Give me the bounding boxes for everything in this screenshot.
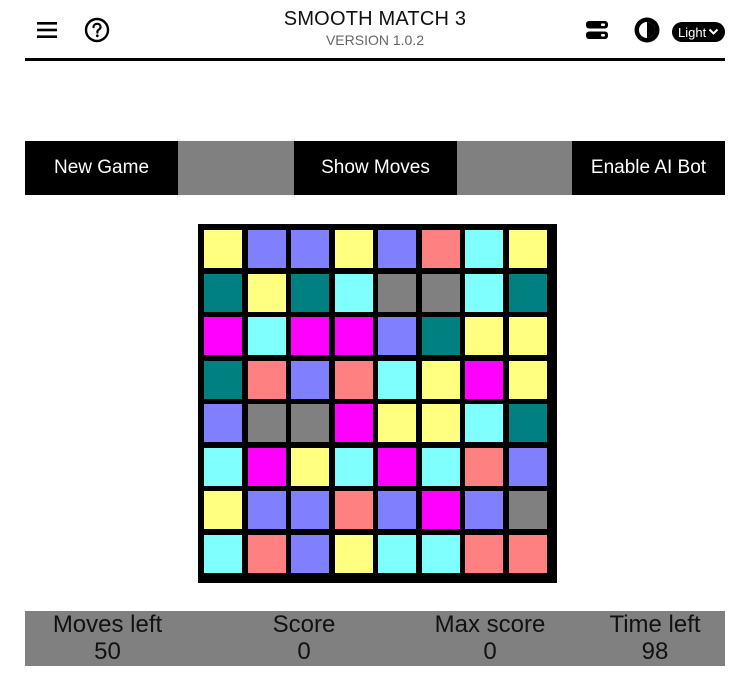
- board-tile[interactable]: [465, 447, 503, 486]
- app-title: SMOOTH MATCH 3: [283, 8, 467, 30]
- board-tile[interactable]: [421, 230, 460, 268]
- board-tile[interactable]: [508, 491, 547, 529]
- game-board: [198, 224, 557, 583]
- board-tile[interactable]: [508, 273, 547, 312]
- moves-left-stat: Moves left 50: [45, 611, 170, 665]
- board-tile[interactable]: [465, 534, 503, 573]
- board-tile[interactable]: [378, 230, 416, 268]
- board-tile[interactable]: [247, 360, 286, 399]
- moves-left-value: 50: [94, 638, 121, 665]
- board-tile[interactable]: [334, 447, 373, 486]
- board-tile[interactable]: [247, 273, 286, 312]
- theme-select-value: Light: [678, 24, 707, 40]
- board-tile[interactable]: [334, 273, 373, 312]
- score-stat: Score 0: [239, 611, 369, 665]
- toolbar: New Game Show Moves Enable AI Bot: [25, 141, 725, 195]
- board-tile[interactable]: [465, 317, 503, 355]
- board-tile[interactable]: [421, 404, 460, 442]
- board-tile[interactable]: [465, 404, 503, 442]
- board-tile[interactable]: [291, 230, 329, 268]
- board-tile[interactable]: [291, 447, 329, 486]
- board-tile[interactable]: [508, 360, 547, 399]
- board-tile[interactable]: [334, 404, 373, 442]
- board-tile[interactable]: [291, 360, 329, 399]
- time-left-label: Time left: [609, 611, 701, 638]
- top-bar: SMOOTH MATCH 3 VERSION 1.0.2 Light: [25, 0, 726, 61]
- board-tile[interactable]: [247, 317, 286, 355]
- board-tile[interactable]: [247, 404, 286, 442]
- board-tile[interactable]: [465, 360, 503, 399]
- board-tile[interactable]: [508, 404, 547, 442]
- board-tile[interactable]: [378, 491, 416, 529]
- moves-left-label: Moves left: [52, 611, 163, 638]
- board-tile[interactable]: [421, 534, 460, 573]
- board-tile[interactable]: [378, 404, 416, 442]
- board-tile[interactable]: [334, 491, 373, 529]
- board-tile[interactable]: [465, 230, 503, 268]
- board-tile[interactable]: [334, 230, 373, 268]
- board-tile[interactable]: [291, 317, 329, 355]
- board-tile[interactable]: [291, 273, 329, 312]
- board-tile[interactable]: [204, 273, 242, 312]
- board-tile[interactable]: [204, 317, 242, 355]
- theme-select[interactable]: Light: [672, 22, 726, 42]
- max-score-value: 0: [483, 638, 497, 665]
- max-score-stat: Max score 0: [425, 611, 555, 665]
- chevron-down-icon: [708, 28, 719, 35]
- board-tile[interactable]: [378, 317, 416, 355]
- board-tile[interactable]: [465, 491, 503, 529]
- board-tile[interactable]: [465, 273, 503, 312]
- theme-contrast-icon[interactable]: [633, 16, 661, 44]
- board-tile[interactable]: [334, 360, 373, 399]
- board-tile[interactable]: [204, 491, 242, 529]
- board-tile[interactable]: [291, 534, 329, 573]
- board-tile[interactable]: [421, 317, 460, 355]
- board-tile[interactable]: [378, 273, 416, 312]
- board-tile[interactable]: [421, 273, 460, 312]
- time-left-stat: Time left 98: [595, 611, 715, 665]
- board-tile[interactable]: [247, 534, 286, 573]
- score-label: Score: [272, 611, 336, 638]
- new-game-button[interactable]: New Game: [25, 141, 178, 195]
- board-tile[interactable]: [334, 534, 373, 573]
- show-moves-button[interactable]: Show Moves: [294, 141, 457, 195]
- board-tile[interactable]: [247, 447, 286, 486]
- board-tile[interactable]: [378, 447, 416, 486]
- board-tile[interactable]: [421, 360, 460, 399]
- board-tile[interactable]: [508, 534, 547, 573]
- max-score-label: Max score: [434, 611, 546, 638]
- score-value: 0: [297, 638, 311, 665]
- board-tile[interactable]: [204, 360, 242, 399]
- board-tile[interactable]: [204, 534, 242, 573]
- enable-ai-bot-button[interactable]: Enable AI Bot: [572, 141, 725, 195]
- title-block: SMOOTH MATCH 3 VERSION 1.0.2: [25, 8, 725, 48]
- stats-bar: Moves left 50 Score 0 Max score 0 Time l…: [25, 611, 725, 666]
- board-tile[interactable]: [508, 230, 547, 268]
- board-tile[interactable]: [421, 447, 460, 486]
- board-tile[interactable]: [291, 491, 329, 529]
- board-tile[interactable]: [247, 491, 286, 529]
- board-tile[interactable]: [508, 447, 547, 486]
- board-tile[interactable]: [334, 317, 373, 355]
- time-left-value: 98: [641, 638, 669, 665]
- board-tile[interactable]: [378, 360, 416, 399]
- board-tile[interactable]: [204, 447, 242, 486]
- board-tile[interactable]: [204, 404, 242, 442]
- board-tile[interactable]: [508, 317, 547, 355]
- layout-icon[interactable]: [583, 16, 611, 44]
- board-tile[interactable]: [421, 491, 460, 529]
- board-tile[interactable]: [204, 230, 242, 268]
- board-tile[interactable]: [291, 404, 329, 442]
- board-tile[interactable]: [247, 230, 286, 268]
- board-tile[interactable]: [378, 534, 416, 573]
- app-version: VERSION 1.0.2: [325, 32, 425, 48]
